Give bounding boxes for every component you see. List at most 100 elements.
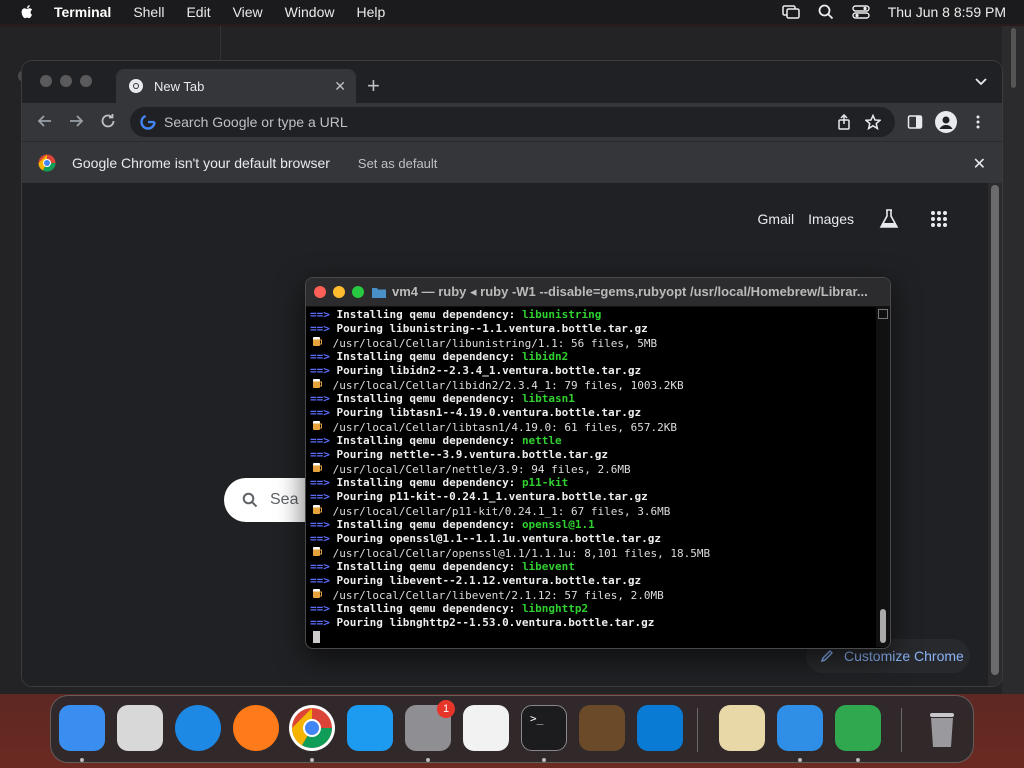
omnibox[interactable]: Search Google or type a URL: [130, 107, 895, 137]
terminal-line: ==> Installing qemu dependency: openssl@…: [310, 518, 595, 531]
firefox-icon[interactable]: [233, 705, 279, 751]
search-icon: [242, 492, 258, 508]
archive-utility-icon[interactable]: [719, 705, 765, 751]
network-app-icon[interactable]: [777, 705, 823, 751]
dependency-name: openssl@1.1: [521, 518, 595, 531]
ntp-search-placeholder: Sea: [270, 491, 299, 508]
brew-arrow: ==>: [310, 364, 337, 377]
safari-icon[interactable]: [175, 705, 221, 751]
terminal-line: ==> Installing qemu dependency: nettle: [310, 434, 562, 447]
control-center-icon[interactable]: [852, 4, 870, 20]
default-browser-infobar: Google Chrome isn't your default browser…: [22, 141, 1002, 184]
ntp-scrollbar[interactable]: [988, 183, 1002, 686]
terminal-titlebar[interactable]: vm4 — ruby ◂ ruby -W1 --disable=gems,rub…: [306, 278, 890, 307]
menu-app-terminal[interactable]: Terminal: [54, 4, 111, 20]
menu-help[interactable]: Help: [356, 4, 385, 20]
share-icon[interactable]: [837, 114, 851, 130]
images-link[interactable]: Images: [808, 211, 854, 227]
beer-mug-icon: [312, 336, 326, 351]
running-indicator: [856, 758, 860, 762]
terminal-line: /usr/local/Cellar/libtasn1/4.19.0: 61 fi…: [310, 420, 880, 434]
close-tab-icon[interactable]: ✕: [334, 78, 346, 95]
menu-bar: Terminal Shell Edit View Window Help Thu…: [0, 0, 1024, 24]
brew-arrow: ==>: [310, 406, 337, 419]
zoom-window-button[interactable]: [352, 286, 364, 298]
beer-mug-icon: [312, 546, 326, 561]
dependency-name: libunistring: [521, 308, 602, 321]
labs-flask-icon[interactable]: [878, 208, 900, 230]
chrome-logo-icon: [38, 154, 56, 172]
close-infobar-icon[interactable]: ✕: [973, 154, 986, 174]
infobar-message: Google Chrome isn't your default browser: [72, 155, 330, 171]
terminal-line: ==> Installing qemu dependency: libtasn1: [310, 392, 575, 405]
terminal-line: /usr/local/Cellar/libunistring/1.1: 56 f…: [310, 336, 880, 350]
chrome-menu-icon[interactable]: [975, 114, 981, 130]
dependency-name: p11-kit: [521, 476, 569, 489]
reload-icon[interactable]: [99, 112, 117, 130]
set-as-default-button[interactable]: Set as default: [358, 156, 438, 171]
terminal-line: ==> Pouring libevent--2.1.12.ventura.bot…: [310, 574, 642, 587]
brew-arrow: ==>: [310, 602, 337, 615]
chrome-icon[interactable]: [289, 705, 335, 751]
profile-avatar-icon[interactable]: [935, 111, 957, 133]
terminal-title: vm4 — ruby ◂ ruby -W1 --disable=gems,rub…: [392, 284, 868, 299]
vscode-icon[interactable]: [637, 705, 683, 751]
terminal-line: ==> Pouring libidn2--2.3.4_1.ventura.bot…: [310, 364, 642, 377]
back-arrow-icon[interactable]: [36, 112, 54, 130]
finder-icon[interactable]: [59, 705, 105, 751]
spotlight-search-icon[interactable]: [818, 4, 834, 20]
terminal-line: ==> Installing qemu dependency: libnghtt…: [310, 602, 589, 615]
brew-arrow: ==>: [310, 532, 337, 545]
brew-arrow: ==>: [310, 308, 337, 321]
dock: >_: [50, 695, 974, 763]
terminal-scroll-thumb[interactable]: [880, 609, 886, 643]
brew-arrow: ==>: [310, 476, 337, 489]
chrome-window-controls[interactable]: [40, 75, 92, 87]
new-tab-plus-icon[interactable]: +: [367, 73, 380, 99]
background-scrollbar[interactable]: [1002, 26, 1024, 694]
minimize-window-button[interactable]: [333, 286, 345, 298]
terminal-window-controls: [314, 286, 364, 298]
dock-separator: [697, 708, 698, 752]
terminal-output[interactable]: ==> Installing qemu dependency: libunist…: [306, 307, 880, 648]
bookmark-star-icon[interactable]: [865, 114, 881, 130]
apps-grid-icon[interactable]: [930, 210, 948, 228]
menu-view[interactable]: View: [233, 4, 263, 20]
app-store-icon[interactable]: [347, 705, 393, 751]
menu-shell[interactable]: Shell: [133, 4, 164, 20]
tab-search-chevron-icon[interactable]: [974, 75, 988, 89]
dependency-name: libidn2: [521, 350, 569, 363]
menu-window[interactable]: Window: [285, 4, 335, 20]
gmail-link[interactable]: Gmail: [758, 211, 795, 227]
dock-separator: [901, 708, 902, 752]
terminal-icon[interactable]: >_: [521, 705, 567, 751]
terminal-line: /usr/local/Cellar/p11-kit/0.24.1_1: 67 f…: [310, 504, 880, 518]
menu-edit[interactable]: Edit: [186, 4, 210, 20]
chrome-toolbar: Search Google or type a URL: [22, 103, 1002, 141]
terminal-scrollbar[interactable]: [876, 307, 890, 647]
textedit-icon[interactable]: [463, 705, 509, 751]
close-window-button[interactable]: [314, 286, 326, 298]
terminal-line: ==> Pouring libunistring--1.1.ventura.bo…: [310, 322, 648, 335]
dependency-name: libtasn1: [521, 392, 575, 405]
dependency-name: nettle: [521, 434, 562, 447]
game-app-icon[interactable]: [835, 705, 881, 751]
beer-mug-icon: [312, 588, 326, 603]
brew-arrow: ==>: [310, 616, 337, 629]
garageband-icon[interactable]: [579, 705, 625, 751]
forward-arrow-icon[interactable]: [67, 112, 85, 130]
screen-mirroring-icon[interactable]: [781, 4, 800, 20]
running-indicator: [80, 758, 84, 762]
trash-icon[interactable]: [919, 705, 965, 751]
dependency-name: libnghttp2: [521, 602, 589, 615]
menubar-clock[interactable]: Thu Jun 8 8:59 PM: [888, 4, 1006, 20]
terminal-line: ==> Installing qemu dependency: libevent: [310, 560, 575, 573]
launchpad-icon[interactable]: [117, 705, 163, 751]
side-panel-icon[interactable]: [907, 114, 923, 130]
terminal-line: ==> Installing qemu dependency: libunist…: [310, 308, 602, 321]
apple-icon[interactable]: [18, 3, 36, 21]
terminal-prompt-line[interactable]: [310, 630, 880, 644]
folder-icon: [372, 288, 386, 298]
terminal-line: /usr/local/Cellar/libidn2/2.3.4_1: 79 fi…: [310, 378, 880, 392]
tab-new-tab[interactable]: New Tab ✕: [116, 69, 356, 103]
